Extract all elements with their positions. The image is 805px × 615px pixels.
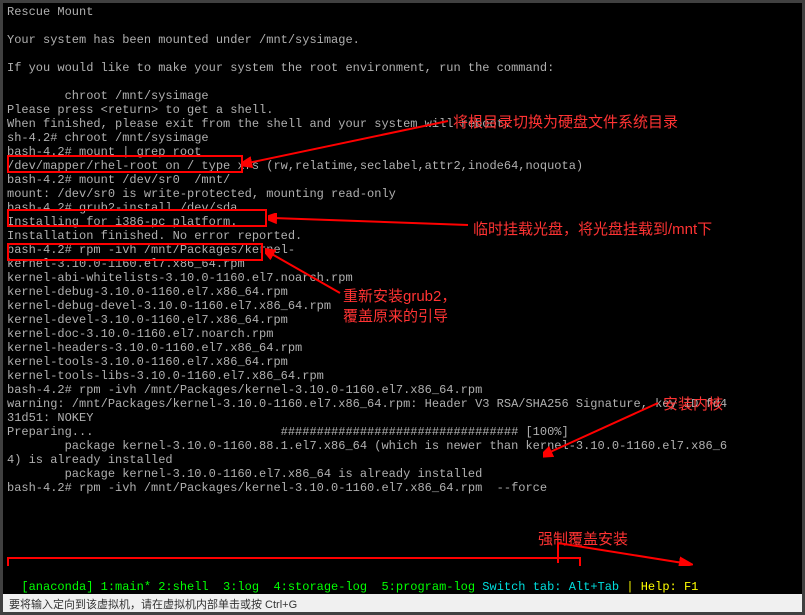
hint-text: 要将输入定向到该虚拟机，请在虚拟机内部单击或按 Ctrl+G — [9, 599, 297, 611]
terminal-line: Rescue Mount — [7, 5, 798, 19]
terminal-line: bash-4.2# rpm -ivh /mnt/Packages/kernel- — [7, 243, 798, 257]
terminal-line: package kernel-3.10.0-1160.el7.x86_64 is… — [7, 467, 798, 481]
status-help: | Help: F1 — [626, 580, 705, 594]
terminal-line: bash-4.2# mount /dev/sr0 /mnt/ — [7, 173, 798, 187]
terminal-line — [7, 47, 798, 61]
terminal-line — [7, 75, 798, 89]
status-switch: Switch tab: Alt+Tab — [475, 580, 626, 594]
terminal-line: bash-4.2# mount | grep root — [7, 145, 798, 159]
terminal-output[interactable]: Rescue Mount Your system has been mounte… — [3, 3, 802, 497]
terminal-line: kernel-doc-3.10.0-1160.el7.noarch.rpm — [7, 327, 798, 341]
terminal-line: chroot /mnt/sysimage — [7, 89, 798, 103]
terminal-line: /dev/mapper/rhel-root on / type xfs (rw,… — [7, 159, 798, 173]
terminal-line: kernel-3.10.0-1160.el7.x86_64.rpm — [7, 257, 798, 271]
terminal-line: kernel-tools-libs-3.10.0-1160.el7.x86_64… — [7, 369, 798, 383]
annotation-chroot: 将根目录切换为硬盘文件系统目录 — [453, 111, 678, 132]
terminal-line — [7, 19, 798, 33]
terminal-line: If you would like to make your system th… — [7, 61, 798, 75]
terminal-line: 4) is already installed — [7, 453, 798, 467]
tmux-status-bar: [anaconda] 1:main* 2:shell 3:log 4:stora… — [3, 566, 802, 594]
annotation-mount: 临时挂载光盘，将光盘挂载到/mnt下 — [473, 218, 773, 239]
terminal-line: When finished, please exit from the shel… — [7, 117, 798, 131]
annotation-grub2: 重新安装grub2， — [343, 285, 456, 306]
terminal-line: bash-4.2# grub2-install /dev/sda — [7, 201, 798, 215]
terminal-line: Your system has been mounted under /mnt/… — [7, 33, 798, 47]
vmware-hint-bar: 要将输入定向到该虚拟机，请在虚拟机内部单击或按 Ctrl+G — [3, 594, 802, 612]
terminal-line: Please press <return> to get a shell. — [7, 103, 798, 117]
terminal-line: package kernel-3.10.0-1160.88.1.el7.x86_… — [7, 439, 798, 453]
annotation-force: 强制覆盖安装 — [538, 528, 628, 549]
terminal-line: Preparing... ###########################… — [7, 425, 798, 439]
terminal-line: bash-4.2# rpm -ivh /mnt/Packages/kernel-… — [7, 481, 798, 495]
annotation-kernel: 安装内核 — [663, 393, 723, 414]
terminal-line: mount: /dev/sr0 is write-protected, moun… — [7, 187, 798, 201]
terminal-line: kernel-abi-whitelists-3.10.0-1160.el7.no… — [7, 271, 798, 285]
terminal-line: sh-4.2# chroot /mnt/sysimage — [7, 131, 798, 145]
annotation-grub2b: 覆盖原来的引导 — [343, 305, 448, 326]
status-left: [anaconda] 1:main* 2:shell 3:log 4:stora… — [21, 580, 475, 594]
terminal-line: kernel-tools-3.10.0-1160.el7.x86_64.rpm — [7, 355, 798, 369]
terminal-line: kernel-headers-3.10.0-1160.el7.x86_64.rp… — [7, 341, 798, 355]
